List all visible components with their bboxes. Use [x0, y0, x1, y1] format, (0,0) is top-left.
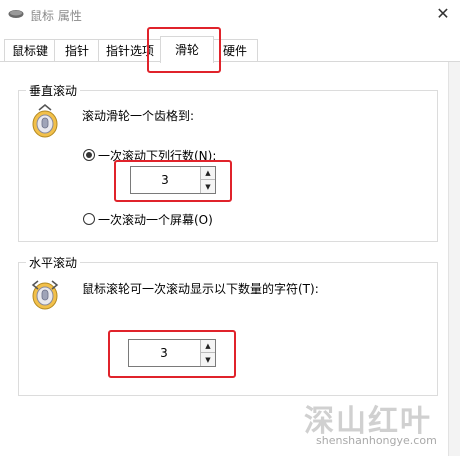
lines-stepper[interactable]: 3 ▲ ▼ — [130, 166, 216, 194]
vertical-scroll-title: 垂直滚动 — [26, 82, 81, 99]
tab-wheel[interactable]: 滑轮 — [160, 36, 214, 63]
tab-hardware[interactable]: 硬件 — [212, 39, 258, 62]
mouse-icon — [8, 10, 24, 18]
tab-pointers[interactable]: 指针 — [54, 39, 100, 62]
radio-scroll-lines[interactable] — [83, 149, 95, 161]
right-edge-scrollbar[interactable] — [448, 62, 460, 456]
chars-stepper[interactable]: 3 ▲ ▼ — [128, 339, 216, 367]
tab-strip: 鼠标键 指针 指针选项 滑轮 硬件 — [0, 36, 460, 63]
watermark-url: shenshanhongye.com — [316, 434, 437, 447]
window-title: 鼠标 属性 — [30, 9, 82, 23]
vertical-scroll-description: 滚动滑轮一个齿格到: — [82, 109, 195, 123]
close-button[interactable]: ✕ — [426, 0, 460, 28]
tab-mouse-buttons[interactable]: 鼠标键 — [4, 39, 56, 62]
chars-value[interactable]: 3 — [129, 340, 199, 366]
lines-down-arrow-icon[interactable]: ▼ — [200, 180, 215, 193]
radio-selected-dot — [86, 152, 92, 158]
mouse-wheel-icon — [32, 104, 58, 138]
radio-scroll-screen[interactable] — [83, 213, 95, 225]
option-scroll-screen-label[interactable]: 一次滚动一个屏幕(O) — [98, 211, 213, 228]
lines-value[interactable]: 3 — [131, 167, 199, 193]
vertical-scroll-group — [18, 90, 438, 242]
horizontal-scroll-title: 水平滚动 — [26, 254, 81, 271]
tab-pointer-options[interactable]: 指针选项 — [98, 39, 162, 62]
chars-up-arrow-icon[interactable]: ▲ — [200, 340, 215, 353]
mouse-wheel-icon — [31, 280, 59, 310]
horizontal-scroll-description: 鼠标滚轮可一次滚动显示以下数量的字符(T): — [82, 282, 319, 296]
title-bar: 鼠标 属性 ✕ — [0, 0, 460, 30]
lines-up-arrow-icon[interactable]: ▲ — [200, 167, 215, 180]
option-scroll-lines-label[interactable]: 一次滚动下列行数(N): — [98, 147, 216, 164]
chars-down-arrow-icon[interactable]: ▼ — [200, 353, 215, 366]
